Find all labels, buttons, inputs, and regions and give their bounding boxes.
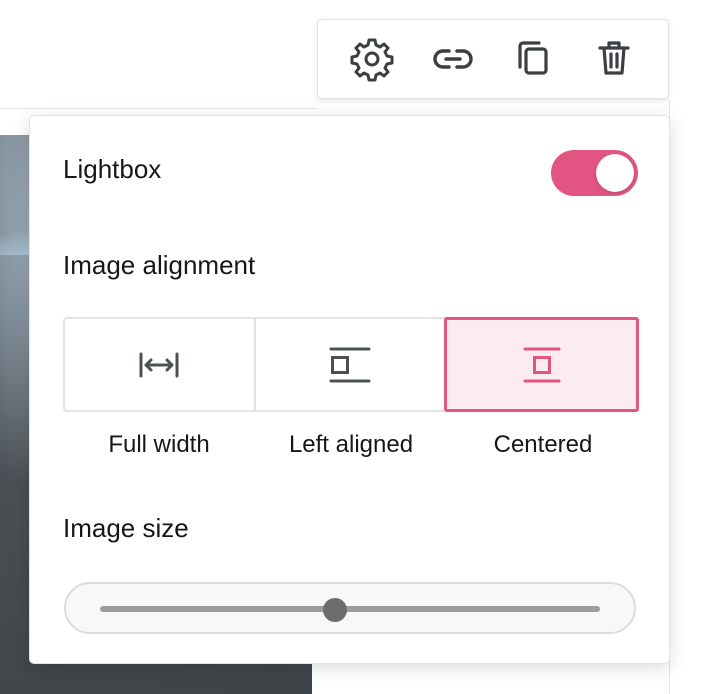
image-card-toolbar: [317, 19, 669, 99]
link-button[interactable]: [427, 33, 479, 85]
centered-label: Centered: [493, 431, 593, 458]
lightbox-toggle[interactable]: [551, 150, 638, 196]
full-width-icon: [139, 352, 179, 377]
toggle-knob: [596, 154, 634, 192]
alignment-option-centered[interactable]: [444, 317, 640, 412]
gear-icon: [350, 38, 394, 82]
alignment-option-left-aligned[interactable]: [253, 319, 445, 410]
link-icon: [433, 49, 473, 69]
alignment-options: [63, 317, 640, 412]
image-size-label: Image size: [63, 513, 189, 543]
slider-track: [100, 606, 600, 612]
full-width-label: Full width: [108, 431, 210, 458]
image-alignment-label: Image alignment: [63, 250, 256, 280]
editor-divider: [0, 108, 316, 109]
image-size-slider[interactable]: [64, 582, 636, 634]
copy-icon: [518, 41, 548, 75]
lightbox-label: Lightbox: [63, 154, 162, 184]
left-aligned-label: Left aligned: [288, 431, 414, 458]
image-settings-panel: Lightbox Image alignment Full width Left…: [29, 115, 670, 664]
alignment-option-full-width[interactable]: [65, 319, 254, 410]
slider-thumb[interactable]: [323, 598, 347, 622]
delete-button[interactable]: [588, 33, 640, 85]
left-aligned-icon: [329, 347, 371, 382]
trash-icon: [598, 41, 630, 75]
duplicate-button[interactable]: [507, 33, 559, 85]
alignment-option-labels: Full width Left aligned Centered: [63, 431, 639, 459]
settings-button[interactable]: [346, 33, 398, 85]
centered-icon: [523, 347, 561, 382]
